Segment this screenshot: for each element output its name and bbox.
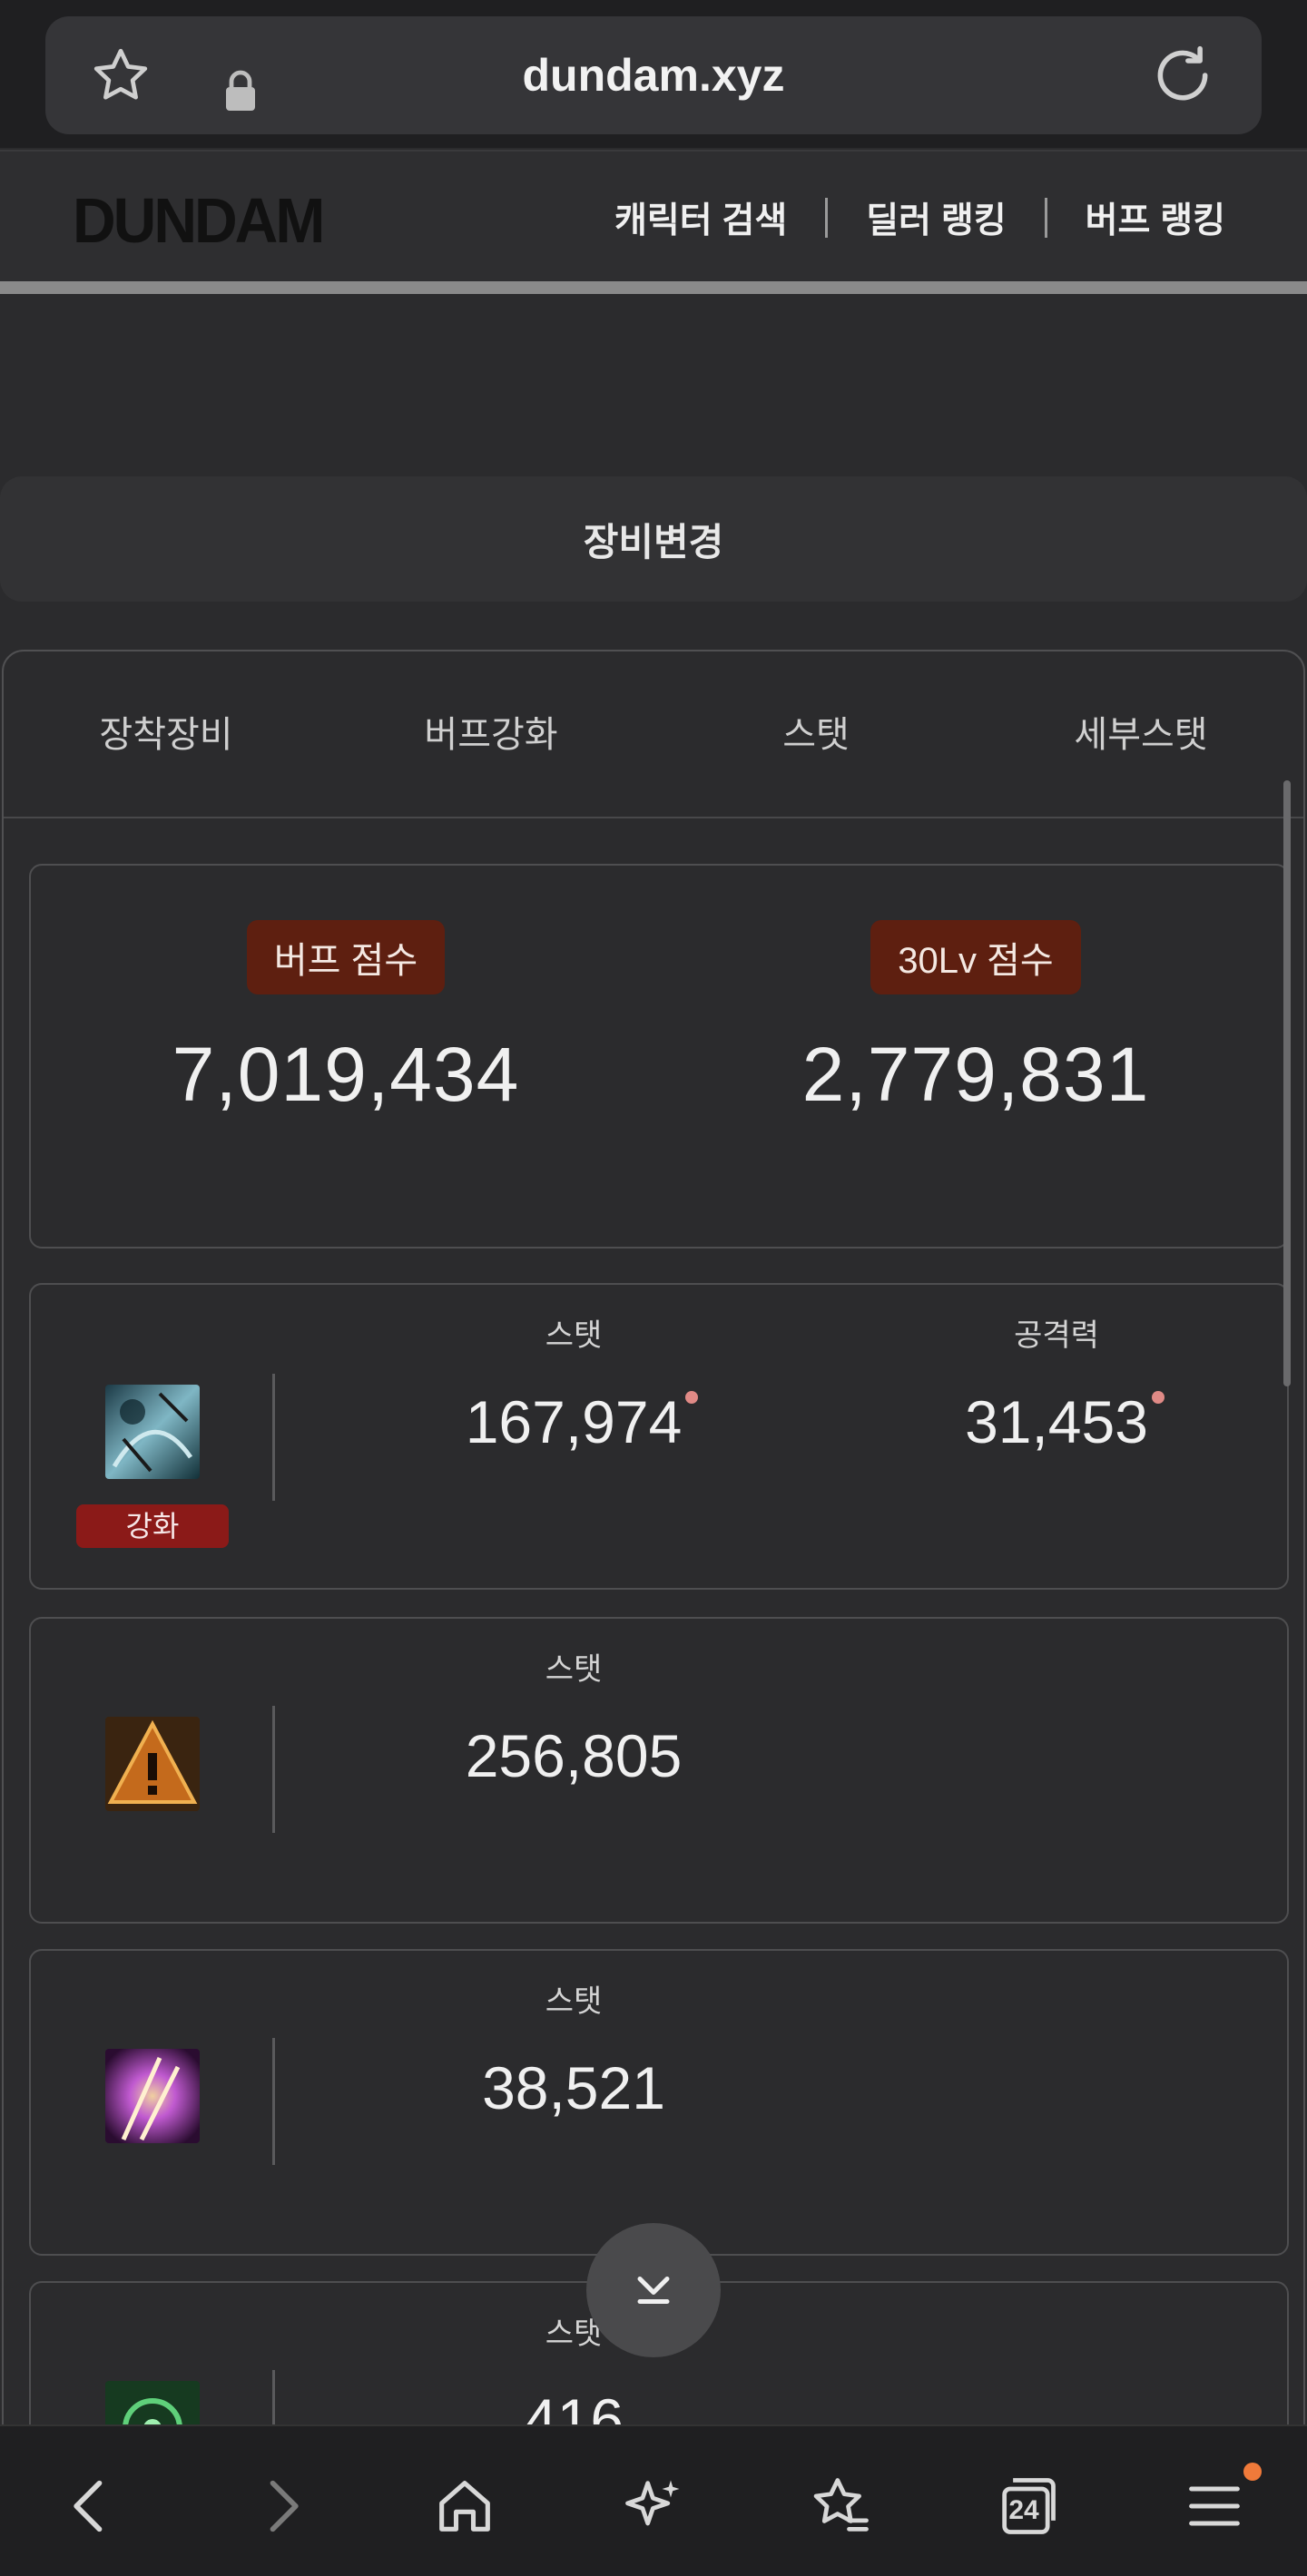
stat-value: 38,521: [482, 2054, 665, 2121]
skill-icon: [105, 1717, 200, 1811]
site-logo[interactable]: DUNDAM: [73, 184, 325, 257]
nav-dealer-ranking[interactable]: 딜러 랭킹: [866, 192, 1006, 243]
buff-score-value: 7,019,434: [172, 1032, 520, 1117]
browser-top-bar: dundam.xyz: [0, 0, 1307, 148]
chevron-down-icon: [637, 2277, 670, 2304]
skill-icon: [105, 2049, 200, 2143]
back-icon[interactable]: [56, 2472, 125, 2541]
change-indicator-dot: [1151, 1391, 1165, 1404]
header-divider-bar: [0, 281, 1307, 294]
score-card: 버프 점수 7,019,434 30Lv 점수 2,779,831: [29, 864, 1289, 1249]
row-divider: [272, 1374, 275, 1501]
url-text[interactable]: dundam.xyz: [45, 16, 1262, 134]
nav-character-search[interactable]: 캐릭터 검색: [614, 192, 787, 243]
buff-score-label: 버프 점수: [246, 920, 446, 994]
attack-value-text: 31,453: [965, 1388, 1148, 1455]
sparkle-ai-icon[interactable]: [619, 2472, 688, 2541]
attack-label: 공격력: [1014, 1318, 1099, 1353]
lv30-score-label: 30Lv 점수: [870, 920, 1081, 994]
forward-icon[interactable]: [247, 2472, 316, 2541]
tab-buff-enhance[interactable]: 버프강화: [329, 651, 654, 817]
scroll-down-button[interactable]: [586, 2223, 721, 2357]
bookmarks-icon[interactable]: [806, 2472, 875, 2541]
panel-tabs: 장착장비 버프강화 스탯 세부스탯: [4, 651, 1303, 818]
stat-label: 스탯: [545, 1652, 603, 1687]
stat-column: 스탯 167,974: [401, 1285, 746, 1456]
enhance-badge: 강화: [76, 1504, 229, 1548]
reload-icon[interactable]: [1149, 42, 1216, 109]
attack-value: 31,453: [965, 1387, 1165, 1456]
tab-detail-stats[interactable]: 세부스탯: [978, 651, 1303, 817]
stat-row: 스탯 38,521: [29, 1949, 1289, 2256]
browser-bottom-nav: 24: [0, 2424, 1307, 2576]
main-nav: 캐릭터 검색 딜러 랭킹 버프 랭킹: [614, 152, 1225, 283]
lv30-score-value: 2,779,831: [801, 1032, 1150, 1117]
buff-score-block: 버프 점수 7,019,434: [31, 866, 661, 1119]
tab-stats[interactable]: 스탯: [654, 651, 978, 817]
tab-equipped-gear[interactable]: 장착장비: [4, 651, 329, 817]
row-divider: [272, 2038, 275, 2165]
home-icon[interactable]: [430, 2472, 499, 2541]
lv30-score-block: 30Lv 점수 2,779,831: [661, 866, 1291, 1119]
stat-label: 스탯: [545, 1984, 603, 2019]
row-divider: [272, 1706, 275, 1833]
stat-label: 스탯: [545, 1318, 603, 1353]
skill-icon: [105, 1385, 200, 1479]
stat-row: 강화 스탯 167,974 공격력 31,453: [29, 1283, 1289, 1590]
stat-value: 167,974: [465, 1387, 699, 1456]
change-indicator-dot: [685, 1391, 699, 1404]
nav-divider: [1044, 197, 1047, 238]
tabs-button[interactable]: 24: [993, 2472, 1062, 2541]
panel-scrollbar[interactable]: [1283, 780, 1291, 1386]
stat-value: 256,805: [465, 1722, 683, 1789]
nav-divider: [825, 197, 829, 238]
address-bar[interactable]: dundam.xyz: [45, 16, 1262, 134]
menu-icon[interactable]: [1180, 2472, 1249, 2541]
stat-column: 스탯 38,521: [401, 1951, 746, 2122]
change-equipment-button[interactable]: 장비변경: [0, 476, 1307, 602]
stat-value-text: 167,974: [465, 1388, 683, 1455]
stat-row: 스탯 256,805: [29, 1617, 1289, 1924]
attack-column: 공격력 31,453: [884, 1285, 1229, 1456]
menu-notification-dot: [1243, 2463, 1262, 2481]
nav-buff-ranking[interactable]: 버프 랭킹: [1086, 192, 1225, 243]
tab-count: 24: [1008, 2495, 1039, 2525]
site-header: DUNDAM 캐릭터 검색 딜러 랭킹 버프 랭킹: [0, 150, 1307, 281]
stat-column: 스탯 256,805: [401, 1619, 746, 1790]
